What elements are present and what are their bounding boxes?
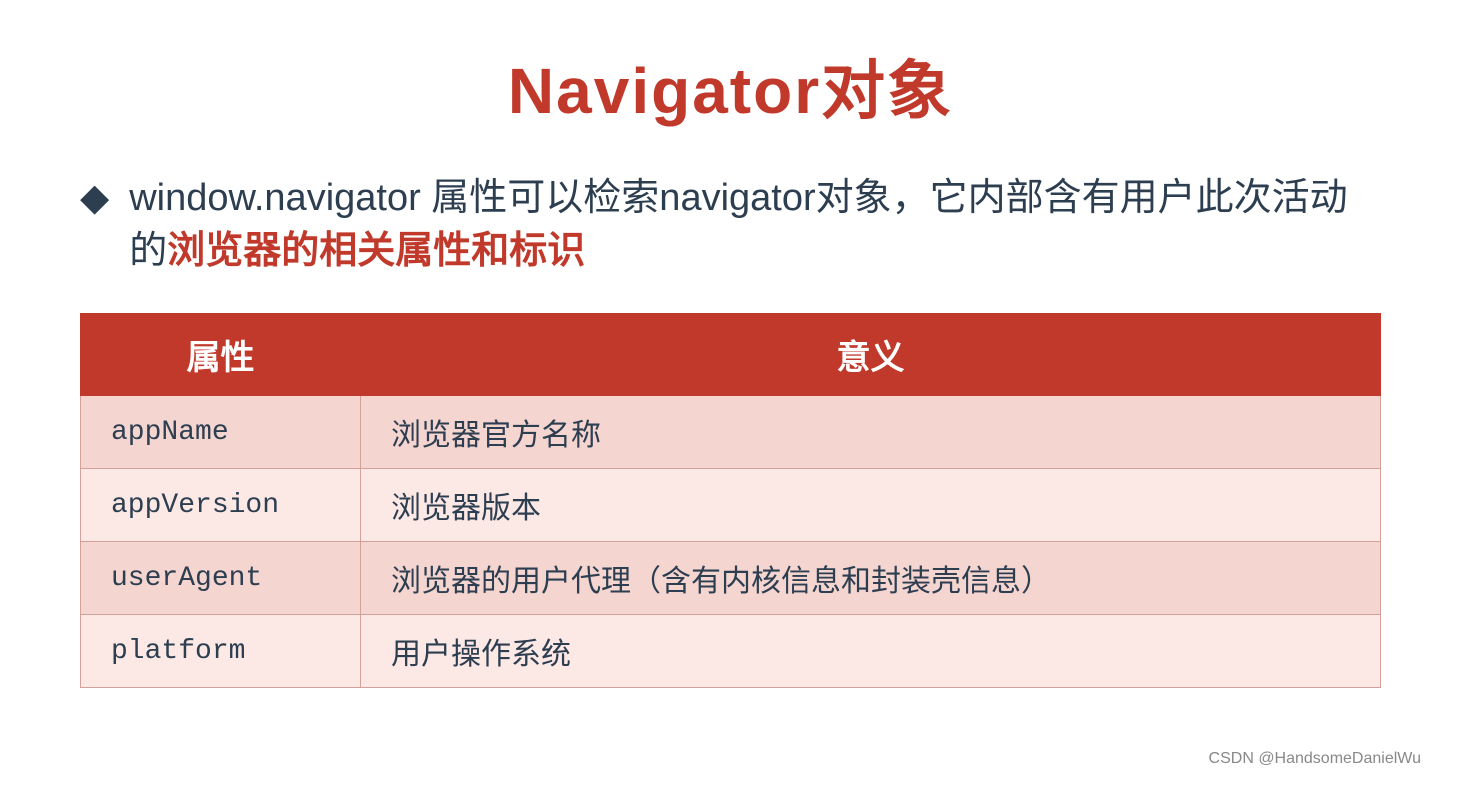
col-header-property: 属性 <box>81 314 361 396</box>
table-cell-meaning: 浏览器版本 <box>361 469 1381 542</box>
table-cell-property: platform <box>81 615 361 688</box>
table-cell-meaning: 浏览器官方名称 <box>361 396 1381 469</box>
table-row: appName浏览器官方名称 <box>81 396 1381 469</box>
table-header-row: 属性 意义 <box>81 314 1381 396</box>
bullet-section: ◆ window.navigator 属性可以检索navigator对象，它内部… <box>80 172 1381 278</box>
table-cell-property: appName <box>81 396 361 469</box>
table-cell-property: userAgent <box>81 542 361 615</box>
bullet-diamond-icon: ◆ <box>80 174 109 223</box>
col-header-meaning: 意义 <box>361 314 1381 396</box>
table-cell-meaning: 用户操作系统 <box>361 615 1381 688</box>
page-title: Navigator对象 <box>80 40 1381 132</box>
table-cell-meaning: 浏览器的用户代理（含有内核信息和封装壳信息） <box>361 542 1381 615</box>
table-row: userAgent浏览器的用户代理（含有内核信息和封装壳信息） <box>81 542 1381 615</box>
navigator-table: 属性 意义 appName浏览器官方名称appVersion浏览器版本userA… <box>80 313 1381 688</box>
table-row: platform用户操作系统 <box>81 615 1381 688</box>
table-row: appVersion浏览器版本 <box>81 469 1381 542</box>
bullet-text-highlight: 浏览器的相关属性和标识 <box>167 230 585 272</box>
bullet-text: window.navigator 属性可以检索navigator对象，它内部含有… <box>129 172 1381 278</box>
watermark: CSDN @HandsomeDanielWu <box>1209 750 1421 768</box>
slide-container: Navigator对象 ◆ window.navigator 属性可以检索nav… <box>0 0 1461 786</box>
table-cell-property: appVersion <box>81 469 361 542</box>
